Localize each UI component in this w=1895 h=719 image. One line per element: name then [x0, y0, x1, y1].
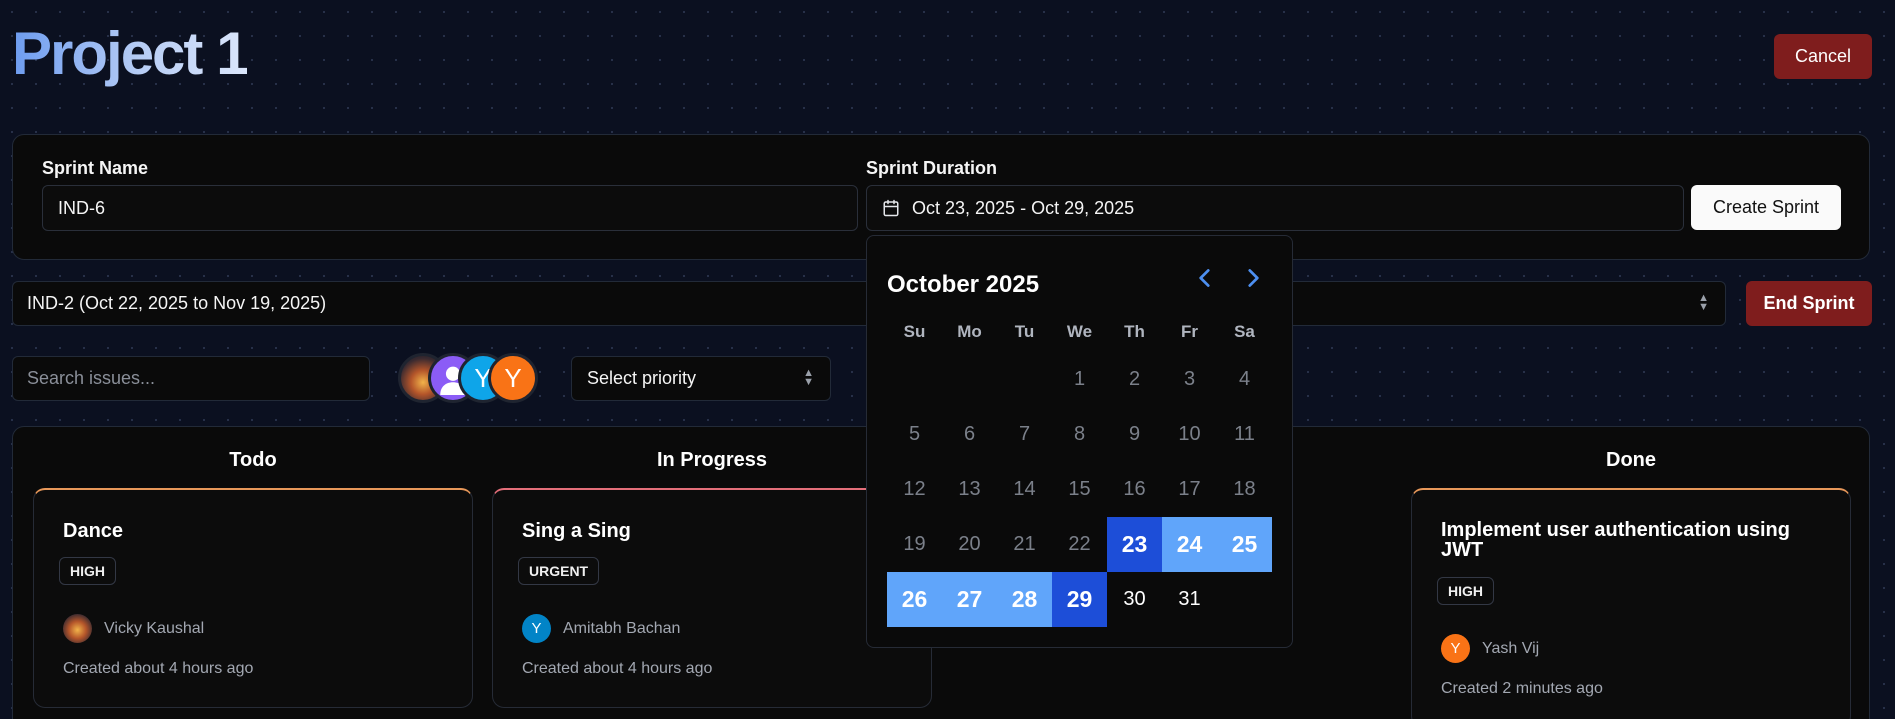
weekday-label: Sa [1234, 322, 1255, 341]
sprint-duration-value: Oct 23, 2025 - Oct 29, 2025 [912, 197, 1135, 218]
weekday-label: Th [1124, 322, 1145, 341]
weekday-label: Mo [957, 322, 982, 341]
calendar-day-7[interactable]: 7 [997, 407, 1052, 462]
previous-month-button[interactable] [1192, 264, 1218, 292]
next-month-button[interactable] [1240, 264, 1266, 292]
priority-select-placeholder: Select priority [587, 368, 697, 388]
sprint-select-value: IND-2 (Oct 22, 2025 to Nov 19, 2025) [27, 293, 327, 313]
calendar-day-17[interactable]: 17 [1162, 462, 1217, 517]
calendar-day-3[interactable]: 3 [1162, 352, 1217, 407]
priority-select[interactable]: Select priority ▲ ▼ [571, 356, 831, 401]
priority-badge: HIGH [1437, 577, 1494, 605]
assignee-name: Amitabh Bachan [563, 620, 681, 637]
create-sprint-button[interactable]: Create Sprint [1691, 185, 1841, 230]
calendar-day-1[interactable]: 1 [1052, 352, 1107, 407]
calendar-day-18[interactable]: 18 [1217, 462, 1272, 517]
chevron-left-icon [1199, 269, 1210, 287]
calendar-day-23[interactable]: 23 [1107, 517, 1162, 572]
calendar-icon [882, 199, 900, 217]
weekday-label: We [1066, 322, 1093, 341]
calendar-day-26[interactable]: 26 [887, 572, 942, 627]
calendar-day-19[interactable]: 19 [887, 517, 942, 572]
issue-title: Sing a Sing [522, 520, 631, 542]
sprint-name-input[interactable]: IND-6 [42, 185, 858, 231]
calendar-day-31[interactable]: 31 [1162, 572, 1217, 627]
cancel-button[interactable]: Cancel [1774, 34, 1872, 79]
calendar-day-10[interactable]: 10 [1162, 407, 1217, 462]
weekday-header-row: Su Mo Tu We Th Fr Sa [887, 322, 1272, 346]
created-time: Created about 4 hours ago [63, 660, 254, 677]
chevron-updown-icon: ▲ ▼ [803, 367, 814, 388]
calendar-day-16[interactable]: 16 [1107, 462, 1162, 517]
end-sprint-button[interactable]: End Sprint [1746, 281, 1872, 326]
calendar-day-24[interactable]: 24 [1162, 517, 1217, 572]
calendar-day-13[interactable]: 13 [942, 462, 997, 517]
weekday-label: Fr [1181, 322, 1198, 341]
calendar-day-29[interactable]: 29 [1052, 572, 1107, 627]
calendar-day-9[interactable]: 9 [1107, 407, 1162, 462]
calendar-day-2[interactable]: 2 [1107, 352, 1162, 407]
page-title: Project 1 [12, 18, 249, 90]
calendar-day-5[interactable]: 5 [887, 407, 942, 462]
sprint-name-label: Sprint Name [42, 158, 149, 178]
assignee-avatar: Y [522, 614, 551, 643]
calendar-month-label: October 2025 [887, 271, 1040, 298]
issue-card[interactable]: Dance HIGH Vicky Kaushal Created about 4… [33, 488, 473, 708]
date-range-calendar: October 2025 Su Mo Tu We Th Fr Sa 123456… [866, 235, 1293, 648]
column-title-done: Done [1606, 449, 1656, 471]
column-title-todo: Todo [229, 449, 277, 471]
chevron-right-icon [1248, 269, 1259, 287]
calendar-day-28[interactable]: 28 [997, 572, 1052, 627]
calendar-day-grid: 1 2 3 4 5 6 7 8 9 10 11 12 13 14 15 16 17 18 19 20 21 22 23 24 2… [887, 352, 1272, 627]
search-input[interactable]: Search issues... [12, 356, 370, 401]
calendar-day-8[interactable]: 8 [1052, 407, 1107, 462]
sprint-duration-picker[interactable]: Oct 23, 2025 - Oct 29, 2025 [866, 185, 1684, 231]
sprint-duration-label: Sprint Duration [866, 158, 997, 178]
calendar-day-4[interactable]: 4 [1217, 352, 1272, 407]
calendar-day-21[interactable]: 21 [997, 517, 1052, 572]
calendar-day-25[interactable]: 25 [1217, 517, 1272, 572]
assignee-avatar: Y [1441, 634, 1470, 663]
calendar-day-15[interactable]: 15 [1052, 462, 1107, 517]
calendar-day-6[interactable]: 6 [942, 407, 997, 462]
weekday-label: Su [903, 322, 926, 341]
created-time: Created 2 minutes ago [1441, 680, 1603, 697]
avatar-letter-y-orange[interactable]: Y [488, 353, 538, 403]
created-time: Created about 4 hours ago [522, 660, 713, 677]
calendar-day-14[interactable]: 14 [997, 462, 1052, 517]
assignee-avatar-group: Y Y [398, 353, 548, 409]
calendar-day-22[interactable]: 22 [1052, 517, 1107, 572]
assignee-avatar [63, 614, 92, 643]
calendar-day-11[interactable]: 11 [1217, 407, 1272, 462]
calendar-day-27[interactable]: 27 [942, 572, 997, 627]
chevron-updown-icon: ▲ ▼ [1698, 292, 1709, 313]
priority-badge: HIGH [59, 557, 116, 585]
calendar-day-12[interactable]: 12 [887, 462, 942, 517]
issue-card[interactable]: Implement user authentication using JWT … [1411, 488, 1851, 719]
calendar-day-20[interactable]: 20 [942, 517, 997, 572]
calendar-day-30[interactable]: 30 [1107, 572, 1162, 627]
weekday-label: Tu [1014, 322, 1035, 341]
issue-title: Dance [63, 520, 124, 542]
assignee-name: Vicky Kaushal [104, 620, 205, 637]
issue-title: Implement user authentication using JWT [1441, 519, 1790, 561]
assignee-name: Yash Vij [1482, 640, 1540, 657]
priority-badge: URGENT [518, 557, 600, 585]
